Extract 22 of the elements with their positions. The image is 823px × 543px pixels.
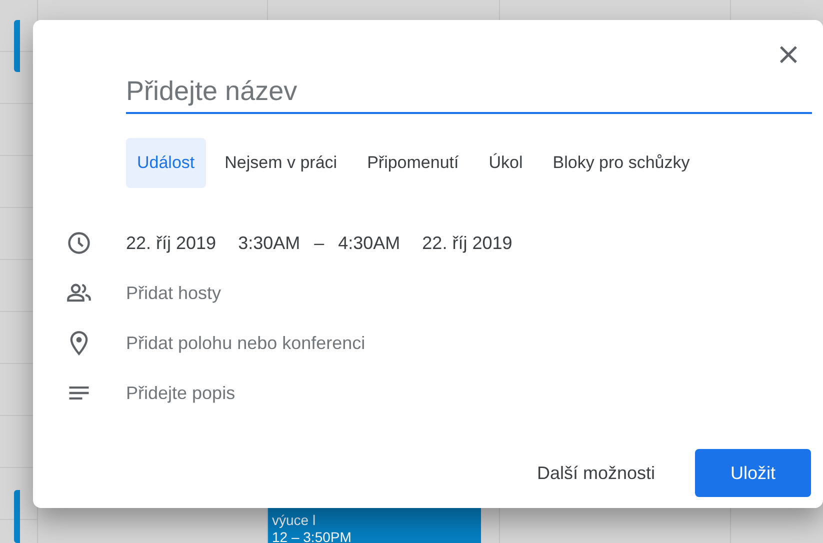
end-time[interactable]: 4:30AM xyxy=(338,230,400,256)
location-field[interactable]: Přidat polohu nebo konferenci xyxy=(126,330,526,356)
guests-field[interactable]: Přidat hosty xyxy=(126,280,526,306)
more-options-button[interactable]: Další možnosti xyxy=(529,448,664,499)
event-strip[interactable] xyxy=(14,490,20,543)
event-type-tab[interactable]: Připomenutí xyxy=(356,138,470,188)
event-type-tab[interactable]: Bloky pro schůzky xyxy=(542,138,701,188)
start-date[interactable]: 22. říj 2019 xyxy=(126,230,216,256)
close-button[interactable]: × xyxy=(772,42,805,68)
event-type-tab[interactable]: Nejsem v práci xyxy=(214,138,348,188)
end-date[interactable]: 22. říj 2019 xyxy=(422,230,512,256)
description-field[interactable]: Přidejte popis xyxy=(126,380,526,406)
event-title: výuce l xyxy=(272,512,317,529)
event-type-tab[interactable]: Událost xyxy=(126,138,206,188)
time-separator: – xyxy=(314,232,324,254)
event-time: 12 – 3:50PM xyxy=(272,529,352,543)
calendar-event[interactable]: výuce l 12 – 3:50PM xyxy=(268,508,481,543)
event-type-tab[interactable]: Úkol xyxy=(478,138,534,188)
save-button[interactable]: Uložit xyxy=(695,449,811,497)
clock-icon xyxy=(66,230,92,256)
start-time[interactable]: 3:30AM xyxy=(238,230,300,256)
event-strip[interactable] xyxy=(14,20,20,72)
